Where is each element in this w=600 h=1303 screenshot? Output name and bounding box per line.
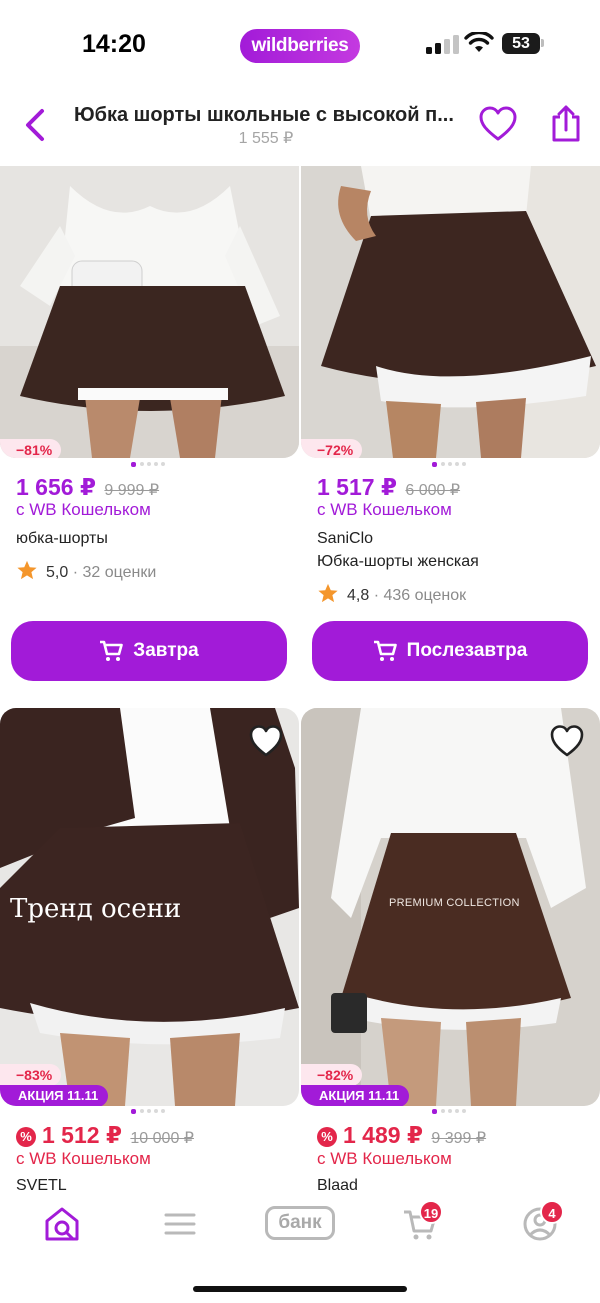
discount-badge: −72% [301, 439, 363, 458]
discount-badge: −83% [0, 1064, 62, 1086]
image-pager-dots [131, 462, 171, 468]
old-price: 6 000 ₽ [405, 482, 461, 499]
wallet-price-label: с WB Кошельком [317, 1149, 452, 1168]
product-image[interactable]: PREMIUM COLLECTION −82% АКЦИЯ 11.11 [301, 708, 600, 1106]
menu-icon[interactable] [160, 1204, 200, 1244]
product-photo [301, 166, 600, 458]
photo-overlay-text: PREMIUM COLLECTION [389, 897, 520, 909]
star-icon [318, 583, 338, 603]
sale-percent-icon: % [317, 1127, 337, 1147]
rating-value: 5,0 [46, 564, 69, 581]
product-card[interactable]: −81% 1 656 ₽ 9 999 ₽ с WB Кошельком юбка… [0, 166, 300, 691]
page-title: Юбка шорты школьные с высокой п... [74, 104, 454, 126]
cart-count-badge: 19 [419, 1200, 443, 1224]
price-row: 1 656 ₽ 9 999 ₽ [16, 474, 159, 501]
battery-icon: 53 [502, 33, 540, 54]
product-card[interactable]: Тренд осени −83% АКЦИЯ 11.11 % 1 512 ₽ 10… [0, 708, 300, 1192]
product-image[interactable]: −81% [0, 166, 299, 458]
cart-icon [373, 640, 397, 661]
product-photo [0, 166, 299, 458]
price-row: % 1 512 ₽ 10 000 ₽ [16, 1122, 194, 1149]
cart-icon [100, 640, 124, 661]
product-image[interactable]: Тренд осени −83% АКЦИЯ 11.11 [0, 708, 299, 1106]
product-rating: 5,0 · 32 оценки [16, 559, 156, 582]
signal-icon [426, 34, 459, 54]
photo-overlay-text: Тренд осени [10, 894, 182, 924]
price: 1 512 ₽ [42, 1122, 122, 1148]
profile-notification-badge: 4 [540, 1200, 564, 1224]
product-brand: Blaad [317, 1177, 358, 1192]
product-name: Юбка-шорты женская [317, 553, 479, 570]
price: 1 656 ₽ [16, 474, 96, 500]
brand-pill: wildberries [240, 29, 360, 63]
promo-badge: АКЦИЯ 11.11 [301, 1085, 410, 1106]
add-to-cart-button[interactable]: Завтра [11, 621, 287, 681]
discount-badge: −81% [0, 439, 62, 458]
wallet-price-label: с WB Кошельком [16, 500, 151, 519]
product-brand: SVETL [16, 1177, 67, 1192]
product-card[interactable]: −72% 1 517 ₽ 6 000 ₽ с WB Кошельком Sani… [301, 166, 600, 691]
home-search-icon[interactable] [42, 1204, 82, 1244]
wifi-icon [464, 32, 494, 52]
price: 1 517 ₽ [317, 474, 397, 500]
star-icon [17, 560, 37, 580]
price: 1 489 ₽ [343, 1122, 423, 1148]
heart-icon[interactable] [549, 724, 585, 758]
page-subtitle-price: 1 555 ₽ [238, 130, 294, 147]
old-price: 9 999 ₽ [104, 482, 160, 499]
reviews-count: · 436 оценок [373, 587, 467, 604]
status-time: 14:20 [82, 30, 146, 58]
heart-icon[interactable] [248, 724, 284, 758]
delivery-label: Послезавтра [406, 640, 528, 661]
price-row: 1 517 ₽ 6 000 ₽ [317, 474, 460, 501]
product-header: Юбка шорты школьные с высокой п... 1 555… [0, 90, 600, 165]
status-bar: 14:20 wildberries 53 [0, 0, 600, 90]
promo-badge: АКЦИЯ 11.11 [0, 1085, 109, 1106]
product-rating: 4,8 · 436 оценок [317, 582, 466, 605]
sale-percent-icon: % [16, 1127, 36, 1147]
reviews-count: · 32 оценки [72, 564, 157, 581]
heart-icon[interactable] [478, 106, 518, 142]
old-price: 9 399 ₽ [431, 1130, 487, 1147]
product-name: юбка-шорты [16, 530, 108, 547]
discount-badge: −82% [301, 1064, 363, 1086]
chevron-left-icon[interactable] [18, 105, 54, 145]
product-image[interactable]: −72% [301, 166, 600, 458]
bank-icon[interactable]: банк [265, 1206, 335, 1240]
add-to-cart-button[interactable]: Послезавтра [312, 621, 588, 681]
image-pager-dots [432, 462, 472, 468]
share-icon[interactable] [548, 104, 584, 144]
image-pager-dots [131, 1109, 171, 1115]
home-indicator [193, 1286, 407, 1292]
wallet-price-label: с WB Кошельком [317, 500, 452, 519]
price-row: % 1 489 ₽ 9 399 ₽ [317, 1122, 486, 1149]
product-brand: SaniClo [317, 530, 374, 547]
delivery-label: Завтра [133, 640, 199, 661]
rating-value: 4,8 [347, 587, 370, 604]
wallet-price-label: с WB Кошельком [16, 1149, 151, 1168]
product-card[interactable]: PREMIUM COLLECTION −82% АКЦИЯ 11.11 % 1 4… [301, 708, 600, 1192]
old-price: 10 000 ₽ [130, 1130, 194, 1147]
battery-tip [541, 39, 544, 47]
image-pager-dots [432, 1109, 472, 1115]
